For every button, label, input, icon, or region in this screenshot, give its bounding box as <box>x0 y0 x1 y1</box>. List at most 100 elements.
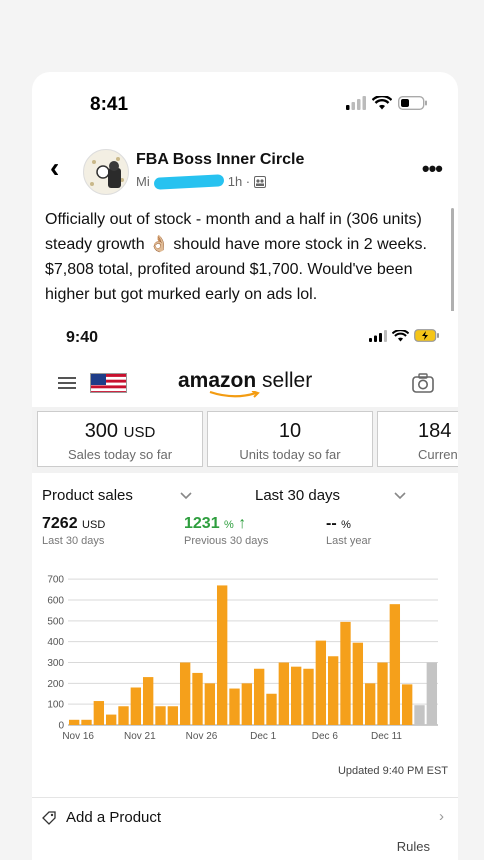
y-tick-label: 600 <box>47 596 64 607</box>
add-product-label: Add a Product <box>66 809 162 826</box>
group-privacy-icon <box>254 175 267 188</box>
kpi-label: Current <box>418 447 458 462</box>
chevron-down-icon[interactable] <box>394 492 406 500</box>
bar <box>364 683 376 725</box>
status-icons <box>346 96 428 110</box>
kpi-value: 184 <box>418 420 452 442</box>
embedded-screenshot[interactable]: 9:40 amazon seller 300 USD Sales today s… <box>32 311 458 860</box>
group-name[interactable]: FBA Boss Inner Circle <box>136 151 304 169</box>
stat-label: Last year <box>326 535 372 547</box>
sales-bar-chart: 0 100 200 300 400 500 600 700 Nov 16 Nov 21 Nov 26… <box>47 575 438 742</box>
chevron-right-icon: › <box>439 808 444 825</box>
bar <box>216 585 228 725</box>
rules-link[interactable]: Rules <box>397 839 430 854</box>
bar <box>105 714 117 725</box>
kpi-label: Sales today so far <box>67 447 173 462</box>
bar <box>426 662 438 725</box>
x-tick-label: Dec 11 <box>371 731 402 742</box>
stat-previous-30: 1231 % ↑ Previous 30 days <box>184 515 268 547</box>
bar <box>327 656 339 725</box>
bar <box>142 677 154 725</box>
bar <box>81 719 92 725</box>
kpi-card-current[interactable]: 184 Current <box>377 411 458 467</box>
stat-last-year: -- % Last year <box>326 515 371 547</box>
y-tick-label: 100 <box>47 700 64 711</box>
kpi-card-sales[interactable]: 300 USD Sales today so far <box>37 411 203 467</box>
x-tick-label: Dec 1 <box>250 731 277 742</box>
signal-icon <box>346 96 366 110</box>
stat-value: 7262 USD <box>42 515 106 532</box>
bar <box>352 642 364 725</box>
tag-icon <box>42 811 56 825</box>
y-tick-label: 700 <box>47 575 64 586</box>
x-tick-label: Nov 21 <box>124 731 156 742</box>
kpi-label: Units today so far <box>239 447 341 462</box>
bar <box>401 684 413 725</box>
bar <box>414 705 425 725</box>
chevron-down-icon[interactable] <box>180 492 192 500</box>
screenshot-status-icons <box>369 329 440 342</box>
y-tick-label: 300 <box>47 658 64 669</box>
post-meta: Mi 1h · <box>136 173 267 190</box>
bar <box>303 668 314 725</box>
bar <box>229 688 240 725</box>
bar <box>192 672 203 725</box>
up-arrow-icon: ↑ <box>238 515 247 532</box>
post-time: 1h · <box>227 174 251 189</box>
bar <box>340 621 351 725</box>
add-product-row[interactable]: Add a Product › <box>32 797 458 837</box>
post-text: Officially out of stock - month and a ha… <box>45 211 427 303</box>
wifi-icon <box>392 329 409 342</box>
kpi-value: 10 <box>278 420 302 442</box>
signal-icon <box>369 329 387 342</box>
stat-label: Previous 30 days <box>184 535 269 547</box>
x-tick-label: Dec 6 <box>312 731 339 742</box>
us-flag-icon[interactable] <box>90 373 127 393</box>
x-tick-label: Nov 16 <box>62 731 94 742</box>
battery-charging-icon <box>414 329 439 342</box>
stat-label: Last 30 days <box>42 535 105 547</box>
battery-icon <box>398 96 427 110</box>
more-options-button[interactable]: ••• <box>422 158 443 180</box>
y-tick-label: 500 <box>47 616 64 627</box>
y-tick-label: 200 <box>47 679 64 690</box>
date-range-dropdown[interactable]: Last 30 days <box>255 487 340 504</box>
bar <box>118 706 129 725</box>
bar <box>377 662 388 725</box>
bar <box>155 706 166 725</box>
product-sales-dropdown[interactable]: Product sales <box>42 487 133 504</box>
kpi-value: 300 USD <box>84 420 156 442</box>
product-sales-section: Product sales Last 30 days 7262 USD Last… <box>32 475 458 781</box>
camera-icon[interactable] <box>412 373 434 393</box>
y-tick-label: 0 <box>58 721 64 732</box>
amazon-smile-icon <box>209 391 260 398</box>
amazon-seller-logo: amazon seller <box>178 369 313 392</box>
back-button[interactable]: ‹ <box>50 154 59 182</box>
status-time: 8:41 <box>90 94 129 115</box>
bar <box>179 662 191 725</box>
bar <box>290 666 302 725</box>
x-tick-label: Nov 26 <box>186 731 218 742</box>
menu-icon[interactable] <box>58 377 76 389</box>
stat-value: 1231 % ↑ <box>184 515 247 532</box>
phone-screen: 8:41 ‹ FBA Boss Inner Circle Mi 1h · •••… <box>32 72 458 860</box>
wifi-icon <box>372 96 392 110</box>
bar <box>315 640 327 725</box>
amazon-top-bar: amazon seller <box>32 361 458 405</box>
bar <box>68 719 80 725</box>
bar <box>389 604 401 725</box>
bar <box>278 662 290 725</box>
bar <box>253 668 265 725</box>
stat-last-30: 7262 USD Last 30 days <box>42 515 105 547</box>
updated-timestamp: Updated 9:40 PM EST <box>337 765 448 777</box>
bar <box>204 683 216 725</box>
kpi-card-units[interactable]: 10 Units today so far <box>207 411 373 467</box>
author-name[interactable]: Mi <box>136 174 150 189</box>
redaction-mark <box>153 173 224 190</box>
bar <box>130 687 142 725</box>
bar <box>266 693 277 725</box>
group-avatar[interactable] <box>83 149 129 195</box>
screenshot-status-time: 9:40 <box>66 329 99 346</box>
bar <box>241 683 253 725</box>
stat-value: -- % <box>326 515 351 532</box>
